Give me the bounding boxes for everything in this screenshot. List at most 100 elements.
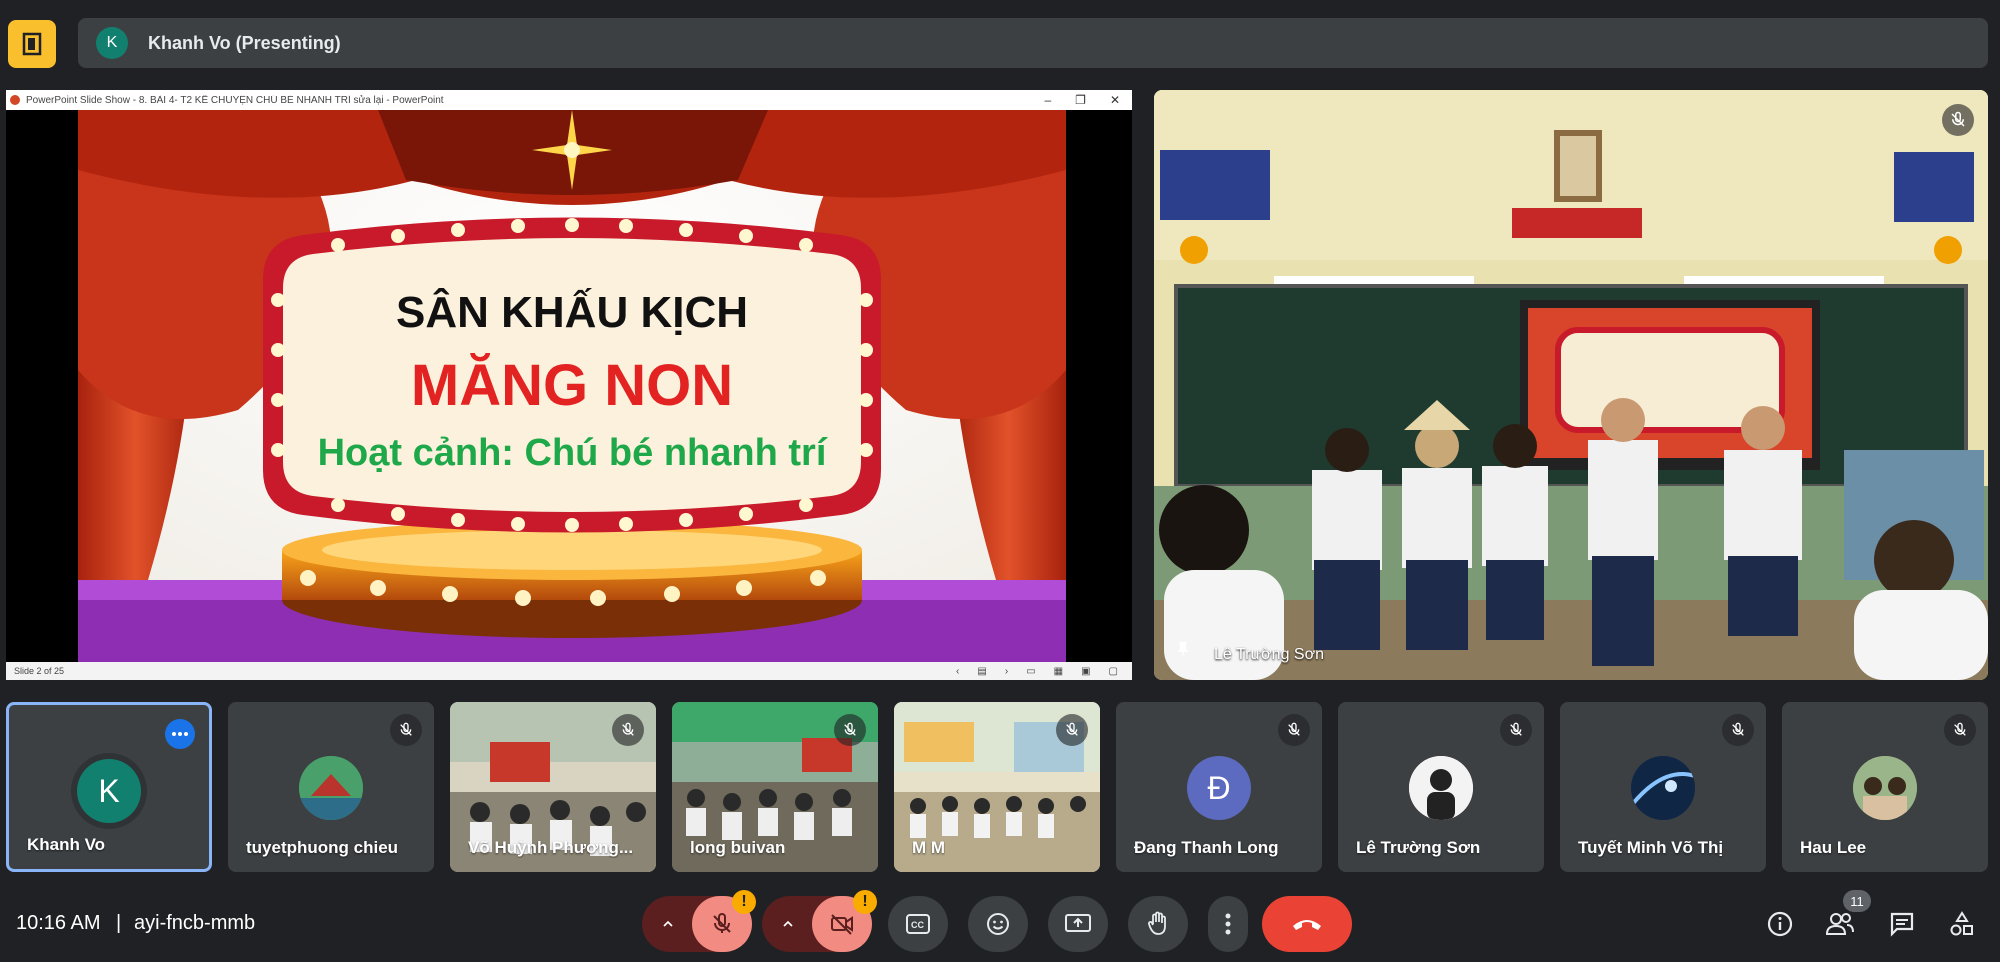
chevron-up-icon — [663, 920, 673, 927]
avatar-photo — [1631, 756, 1695, 820]
svg-text:CC: CC — [911, 920, 924, 930]
participant-tile[interactable]: M M — [894, 702, 1100, 872]
pin-icon[interactable] — [1172, 639, 1194, 666]
participant-tile[interactable]: Tuyết Minh Võ Thị — [1560, 702, 1766, 872]
participant-tile[interactable]: Đ Đang Thanh Long — [1116, 702, 1322, 872]
more-options-button[interactable] — [165, 719, 195, 749]
maximize-icon[interactable]: ❐ — [1075, 93, 1086, 107]
avatar — [1409, 756, 1473, 820]
slide-title-line2: MĂNG NON — [410, 353, 734, 418]
reading-view-icon[interactable]: ▣ — [1081, 666, 1090, 677]
participant-name: M M — [912, 838, 946, 857]
separator: | — [116, 912, 122, 934]
activities-button[interactable] — [1942, 904, 1982, 944]
more-options-button[interactable] — [1208, 896, 1248, 952]
prev-slide-icon[interactable]: ‹ — [956, 666, 959, 677]
main-video-name: Lê Trường Sơn — [1214, 646, 1324, 663]
present-screen-button[interactable] — [1048, 896, 1108, 952]
participant-name: tuyetphuong chieu — [246, 838, 399, 857]
mic-off-icon — [844, 722, 856, 736]
mute-badge — [1056, 714, 1088, 746]
closed-captions-icon: CC — [906, 914, 930, 934]
avatar-photo — [299, 756, 363, 820]
avatar: Đ — [1187, 756, 1251, 820]
slide-sorter-icon[interactable]: ▤ — [977, 666, 986, 677]
mic-off-icon — [1510, 722, 1522, 736]
participant-tile[interactable]: Võ Huỳnh Phương... — [450, 702, 656, 872]
powerpoint-icon — [10, 95, 20, 105]
present-icon — [1065, 914, 1091, 932]
avatar — [1631, 756, 1695, 820]
mute-badge — [1722, 714, 1754, 746]
more-vert-icon — [1225, 913, 1231, 935]
participant-tile[interactable]: long buivan — [672, 702, 878, 872]
captions-button[interactable]: CC — [888, 896, 948, 952]
participant-tile[interactable]: tuyetphuong chieu — [228, 702, 434, 872]
presenter-avatar: K — [96, 27, 128, 59]
meeting-code: ayi-fncb-mmb — [134, 912, 256, 934]
mic-off-icon — [622, 722, 634, 736]
mic-off-icon — [1288, 722, 1300, 736]
avatar — [299, 756, 363, 820]
meeting-details-button[interactable] — [1760, 904, 1800, 944]
people-icon — [1825, 913, 1854, 935]
mic-off-icon — [1066, 722, 1078, 736]
mic-off-icon — [713, 913, 731, 933]
hand-icon — [1148, 911, 1166, 935]
participant-tile[interactable]: K Khanh Vo — [6, 702, 212, 872]
reactions-button[interactable] — [968, 896, 1028, 952]
chat-icon — [1890, 912, 1914, 937]
raise-hand-button[interactable] — [1128, 896, 1188, 952]
mic-off-icon — [400, 722, 412, 736]
presenter-label: Khanh Vo (Presenting) — [148, 32, 341, 53]
chat-button[interactable] — [1882, 904, 1922, 944]
classroom-video-frame — [1154, 90, 1988, 680]
slideshow-view-icon[interactable]: ▢ — [1109, 666, 1118, 677]
meeting-logo-button[interactable] — [8, 20, 56, 68]
slide-canvas: SÂN KHẤU KỊCH MĂNG NON Hoạt cảnh: Chú bé… — [78, 110, 1066, 662]
camera-warning-icon: ! — [853, 890, 877, 914]
mute-badge — [1278, 714, 1310, 746]
mic-warning-icon: ! — [732, 890, 756, 914]
participant-name: Lê Trường Sơn — [1356, 838, 1481, 857]
main-video-mute-badge — [1942, 104, 1974, 136]
participant-name: Võ Huỳnh Phương... — [468, 838, 634, 857]
slide-subtitle: Hoạt cảnh: Chú bé nhanh trí — [317, 432, 827, 474]
mic-off-icon — [1951, 111, 1965, 127]
ppt-statusbar: Slide 2 of 25 ‹ ▤ › ▭ ▦ ▣ ▢ — [6, 662, 1132, 680]
close-icon[interactable]: ✕ — [1110, 93, 1120, 107]
shapes-icon — [1950, 911, 1973, 936]
participant-name: Khanh Vo — [27, 835, 106, 854]
participant-name: Đang Thanh Long — [1134, 838, 1279, 857]
avatar — [1853, 756, 1917, 820]
ppt-window-title: PowerPoint Slide Show - 8. BÀI 4- T2 KỂ … — [26, 94, 444, 106]
mute-badge — [612, 714, 644, 746]
bottom-control-bar: 10:16 AM | ayi-fncb-mmb ! ! CC 11 — [0, 886, 2000, 962]
emoji-icon — [987, 913, 1009, 935]
presenter-bar[interactable]: K Khanh Vo (Presenting) — [78, 18, 1988, 68]
next-slide-icon[interactable]: › — [1005, 666, 1008, 677]
info-icon — [1767, 911, 1793, 937]
mic-off-icon — [1954, 722, 1966, 736]
more-horiz-icon — [172, 732, 188, 736]
leave-call-button[interactable] — [1262, 896, 1352, 952]
shared-screen: PowerPoint Slide Show - 8. BÀI 4- T2 KỂ … — [6, 90, 1132, 680]
participant-tile[interactable]: Hau Lee — [1782, 702, 1988, 872]
mute-badge — [1500, 714, 1532, 746]
mute-badge — [390, 714, 422, 746]
main-participant-video[interactable]: Lê Trường Sơn — [1154, 90, 1988, 680]
meeting-clock: 10:16 AM — [16, 912, 101, 934]
normal-view-icon[interactable]: ▭ — [1026, 666, 1035, 677]
hang-up-icon — [1293, 920, 1321, 930]
mute-badge — [834, 714, 866, 746]
camera-off-icon — [831, 914, 853, 935]
mute-badge — [1944, 714, 1976, 746]
avatar-photo — [1853, 756, 1917, 820]
participant-name: Tuyết Minh Võ Thị — [1578, 838, 1724, 857]
participant-name: Hau Lee — [1800, 838, 1867, 857]
people-button[interactable] — [1820, 904, 1860, 944]
grid-view-icon[interactable]: ▦ — [1054, 666, 1063, 677]
participant-tile[interactable]: Lê Trường Sơn — [1338, 702, 1544, 872]
chevron-up-icon — [783, 920, 793, 927]
minimize-icon[interactable]: – — [1044, 93, 1051, 107]
